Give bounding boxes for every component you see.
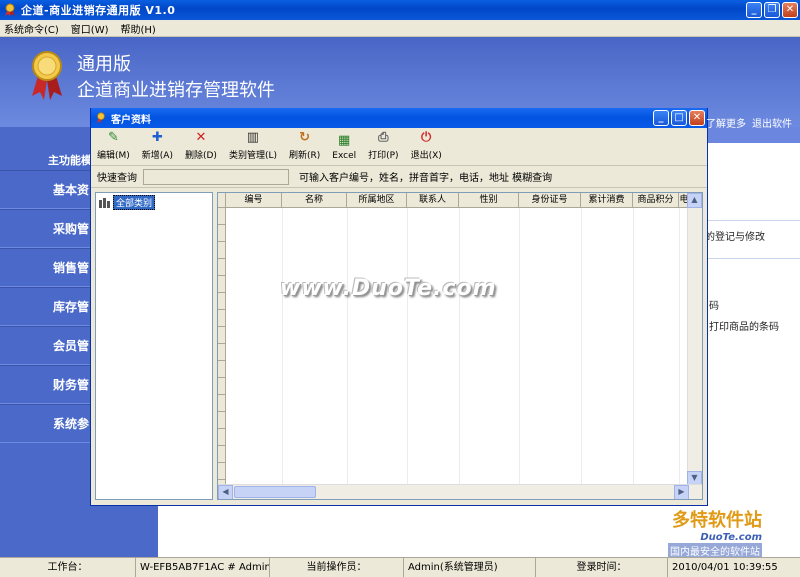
- dialog-toolbar: ✎ 编辑(M) ✚ 新增(A) ✕ 删除(D) ▥ 类别管理(L) ↻ 刷新(R…: [91, 128, 707, 166]
- tree-node-root[interactable]: 全部类别: [99, 195, 156, 210]
- dialog-close-button[interactable]: ✕: [689, 110, 705, 126]
- row-header-column: [218, 208, 226, 486]
- quick-search-hint: 可输入客户编号，姓名，拼音首字，电话，地址 模糊查询: [299, 173, 553, 184]
- column-header[interactable]: 商品积分: [633, 193, 679, 208]
- horizontal-scrollbar[interactable]: ◀ ▶: [218, 484, 702, 499]
- horizontal-scroll-thumb[interactable]: [234, 486, 316, 498]
- quick-search-label: 快速查询: [97, 173, 137, 184]
- column-header[interactable]: 所属地区: [347, 193, 407, 208]
- customer-dialog: 客户资料 _ □ ✕ ✎ 编辑(M) ✚ 新增(A) ✕ 删除(D) ▥ 类别管…: [90, 108, 708, 506]
- excel-icon: ▦: [338, 133, 351, 148]
- grid-header: 编号 名称 所属地区 联系人 性别 身份证号 累计消费 商品积分 电话: [218, 193, 699, 208]
- window-title-bar: 企道-商业进销存通用版 V1.0 _ ❐ ✕: [0, 0, 800, 20]
- category-manage-button[interactable]: ▥ 类别管理(L): [228, 130, 277, 162]
- panel-text-barcode: 码: [709, 301, 719, 312]
- scroll-left-button[interactable]: ◀: [218, 485, 233, 499]
- panel-text-print-barcode: 打印商品的条码: [709, 322, 779, 333]
- quick-search-input[interactable]: [143, 168, 289, 185]
- vertical-scrollbar[interactable]: ▲ ▼: [687, 193, 702, 486]
- edit-button[interactable]: ✎ 编辑(M): [97, 130, 130, 162]
- minimize-button[interactable]: _: [746, 2, 762, 18]
- grid-corner: [218, 193, 226, 208]
- exit-label: 退出(X): [410, 151, 442, 161]
- maximize-button[interactable]: ❐: [764, 2, 780, 18]
- refresh-label: 刷新(R): [288, 151, 321, 161]
- column-header[interactable]: 性别: [459, 193, 519, 208]
- banner-edition: 通用版: [77, 54, 131, 75]
- category-label: 类别管理(L): [228, 151, 277, 161]
- status-operator-label: 当前操作员：: [270, 558, 404, 577]
- dialog-maximize-button[interactable]: □: [671, 110, 687, 126]
- menu-window[interactable]: 窗口(W): [71, 21, 109, 36]
- menu-system[interactable]: 系统命令(C): [4, 21, 59, 36]
- customer-grid: 编号 名称 所属地区 联系人 性别 身份证号 累计消费 商品积分 电话: [217, 192, 703, 500]
- status-workstation-label: 工作台：: [0, 558, 136, 577]
- quick-search-row: 快速查询 可输入客户编号，姓名，拼音首字，电话，地址 模糊查询: [91, 166, 707, 188]
- tree-node-label: 全部类别: [113, 195, 156, 210]
- banner-product-name: 企道商业进销存管理软件: [77, 80, 275, 101]
- menu-bar: 系统命令(C) 窗口(W) 帮助(H): [0, 20, 800, 37]
- scroll-right-button[interactable]: ▶: [674, 485, 689, 499]
- scroll-up-button[interactable]: ▲: [687, 193, 702, 208]
- category-tree: 全部类别: [95, 192, 213, 500]
- print-button[interactable]: ⎙ 打印(P): [368, 130, 399, 162]
- column-header[interactable]: 身份证号: [519, 193, 581, 208]
- edit-icon: ✎: [107, 130, 119, 145]
- panel-text-edit: 的登记与修改: [705, 232, 765, 243]
- refresh-button[interactable]: ↻ 刷新(R): [288, 130, 321, 162]
- menu-help[interactable]: 帮助(H): [121, 21, 156, 36]
- excel-label: Excel: [332, 151, 357, 161]
- delete-button[interactable]: ✕ 删除(D): [184, 130, 217, 162]
- learn-more-link[interactable]: 了解更多: [706, 115, 746, 130]
- medal-logo-icon: [32, 51, 62, 100]
- tree-folder-icon: [99, 197, 110, 208]
- add-button[interactable]: ✚ 新增(A): [141, 130, 173, 162]
- exit-icon: ⏻: [421, 130, 432, 145]
- delete-label: 删除(D): [184, 151, 217, 161]
- column-header[interactable]: 编号: [226, 193, 282, 208]
- delete-x-icon: ✕: [195, 130, 207, 145]
- printer-icon: ⎙: [378, 130, 389, 145]
- plus-icon: ✚: [151, 130, 163, 145]
- column-header[interactable]: 联系人: [407, 193, 459, 208]
- status-bar: 工作台： W-EFB5AB7F1AC # Administrator 当前操作员…: [0, 557, 800, 577]
- exit-button[interactable]: ⏻ 退出(X): [410, 130, 442, 162]
- brand-url: DuoTe.com: [700, 532, 762, 543]
- brand-name: 多特软件站: [672, 510, 762, 531]
- print-label: 打印(P): [368, 151, 399, 161]
- category-icon: ▥: [246, 130, 260, 145]
- column-header[interactable]: 名称: [282, 193, 347, 208]
- excel-button[interactable]: ▦ Excel: [332, 133, 357, 162]
- watermark-text: www.DuoTe.com: [280, 276, 497, 301]
- status-login-label: 登录时间：: [536, 558, 668, 577]
- brand-slogan: 国内最安全的软件站: [668, 543, 762, 558]
- close-button[interactable]: ✕: [782, 2, 798, 18]
- banner-links: 了解更多 退出软件: [706, 115, 792, 130]
- sidebar-title: 主功能模: [48, 154, 92, 167]
- dialog-title: 客户资料: [111, 114, 151, 126]
- add-label: 新增(A): [141, 151, 173, 161]
- exit-software-link[interactable]: 退出软件: [752, 115, 792, 130]
- refresh-icon: ↻: [299, 130, 311, 145]
- app-medal-icon: [96, 112, 105, 124]
- window-title: 企道-商业进销存通用版 V1.0: [21, 4, 176, 17]
- dialog-body: 全部类别 编号 名称 所属地区 联系人 性别 身份证号 累计消费 商品积分 电话: [95, 192, 703, 500]
- app-medal-icon: [5, 3, 15, 16]
- column-header[interactable]: 累计消费: [581, 193, 633, 208]
- status-login-value: 2010/04/01 10:39:55: [672, 562, 778, 573]
- brand-watermark: 多特软件站 DuoTe.com 国内最安全的软件站: [668, 506, 762, 558]
- dialog-title-bar: 客户资料 _ □ ✕: [91, 108, 707, 128]
- dialog-minimize-button[interactable]: _: [653, 110, 669, 126]
- status-workstation-value: W-EFB5AB7F1AC # Administrator: [136, 558, 270, 577]
- edit-label: 编辑(M): [97, 151, 130, 161]
- status-operator-value: Admin(系统管理员): [404, 558, 536, 577]
